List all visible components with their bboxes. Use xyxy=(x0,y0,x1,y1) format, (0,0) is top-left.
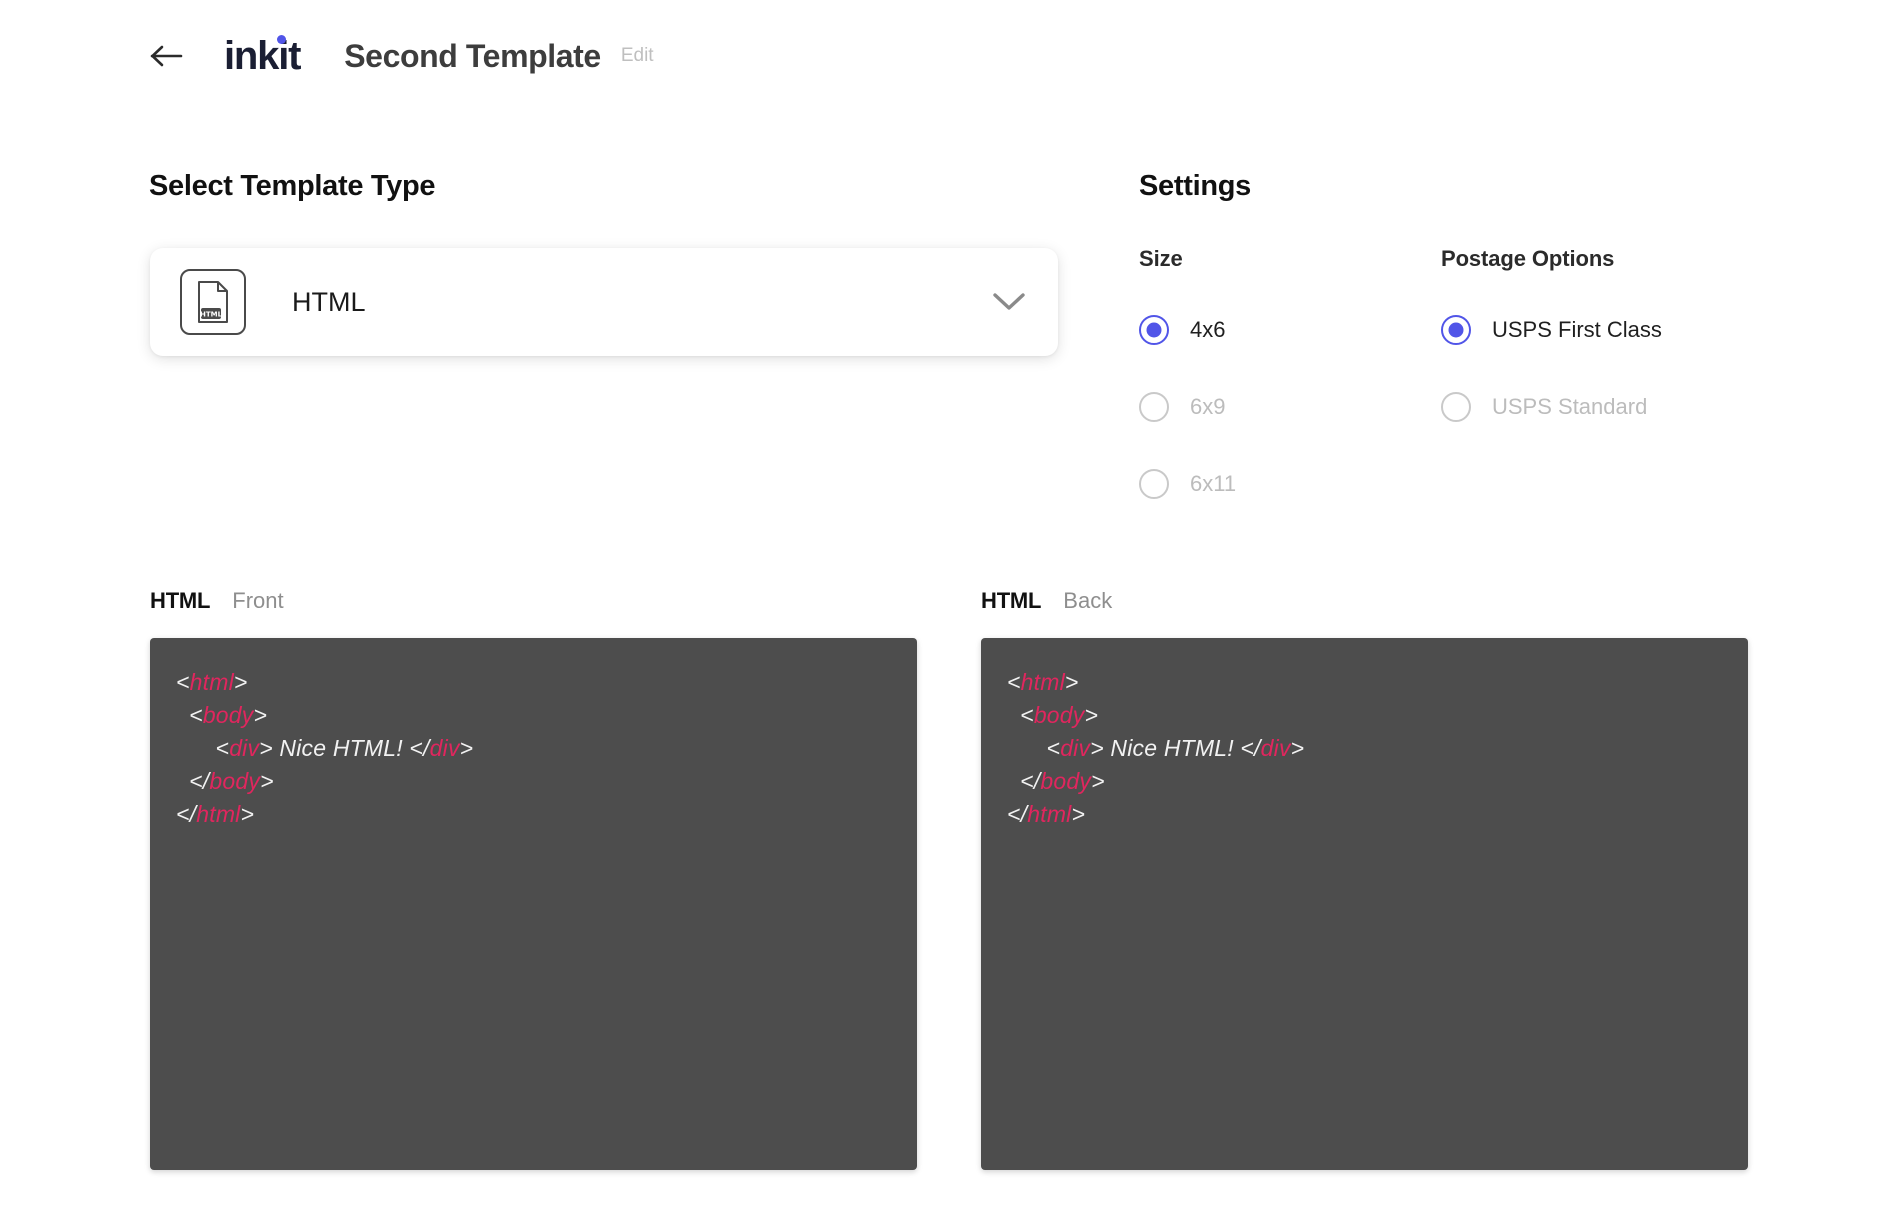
svg-text:HTML: HTML xyxy=(200,310,223,318)
html-file-icon: HTML xyxy=(180,269,246,335)
radio-label: USPS First Class xyxy=(1492,317,1662,342)
code-line: </body> xyxy=(1007,765,1722,798)
code-tag-name: div xyxy=(429,735,460,761)
code-punctuation: > xyxy=(1290,735,1305,761)
code-tag-name: body xyxy=(209,768,261,794)
code-punctuation: < xyxy=(1007,702,1034,728)
code-punctuation: > xyxy=(1071,801,1086,827)
editor-language-label: HTML xyxy=(150,588,211,613)
code-line: <html> xyxy=(1007,666,1722,699)
code-line: <div> Nice HTML! </div> xyxy=(1007,732,1722,765)
postage-options-group: Postage Options USPS First Class USPS St… xyxy=(1441,246,1743,546)
code-punctuation: </ xyxy=(1007,768,1041,794)
code-line: <html> xyxy=(176,666,891,699)
html-front-code-editor[interactable]: <html> <body> <div> Nice HTML! </div> </… xyxy=(150,638,917,1170)
code-punctuation: < xyxy=(176,669,190,695)
app-header: inkit Second Template Edit xyxy=(0,0,1882,112)
size-options-group: Size 4x6 6x9 6x11 xyxy=(1139,246,1441,546)
code-punctuation: > xyxy=(253,702,268,728)
radio-indicator[interactable] xyxy=(1441,315,1471,345)
editor-caption: HTML Front xyxy=(150,588,917,614)
code-line: <body> xyxy=(176,699,891,732)
back-button[interactable] xyxy=(148,37,186,75)
html-back-code-editor[interactable]: <html> <body> <div> Nice HTML! </div> </… xyxy=(981,638,1748,1170)
size-radio-4x6[interactable]: 4x6 xyxy=(1139,315,1441,345)
code-punctuation: > xyxy=(240,801,255,827)
code-punctuation: < xyxy=(1007,735,1061,761)
editor-caption: HTML Back xyxy=(981,588,1748,614)
code-punctuation: > xyxy=(260,768,274,794)
code-punctuation: > xyxy=(233,669,248,695)
size-group-label: Size xyxy=(1139,246,1183,271)
code-tag-name: div xyxy=(1060,735,1091,761)
code-line: </html> xyxy=(176,798,891,831)
radio-label: 6x9 xyxy=(1190,394,1226,419)
radio-label: 4x6 xyxy=(1190,317,1226,342)
code-tag-name: body xyxy=(1033,702,1085,728)
code-line: </body> xyxy=(176,765,891,798)
code-punctuation: > xyxy=(1091,768,1105,794)
radio-indicator xyxy=(1139,392,1169,422)
logo-accent-dot-icon xyxy=(277,35,286,44)
radio-indicator xyxy=(1139,469,1169,499)
postage-group-label: Postage Options xyxy=(1441,246,1615,271)
radio-indicator[interactable] xyxy=(1139,315,1169,345)
code-tag-name: div xyxy=(1260,735,1291,761)
html-back-editor-block: HTML Back <html> <body> <div> Nice HTML!… xyxy=(981,588,1748,1170)
code-tag-name: html xyxy=(196,801,241,827)
radio-label: USPS Standard xyxy=(1492,394,1648,419)
code-punctuation: < xyxy=(176,735,230,761)
code-punctuation: > xyxy=(1084,702,1099,728)
code-punctuation: </ xyxy=(176,768,210,794)
code-punctuation: </ xyxy=(176,801,197,827)
settings-heading: Settings xyxy=(1139,170,1251,202)
code-punctuation: > xyxy=(459,735,474,761)
code-line: <body> xyxy=(1007,699,1722,732)
page-title: Second Template xyxy=(344,37,601,74)
code-tag-name: html xyxy=(1020,669,1065,695)
chevron-down-icon[interactable] xyxy=(992,292,1026,312)
code-tag-name: body xyxy=(202,702,254,728)
code-punctuation: > xyxy=(1064,669,1079,695)
html-front-editor-block: HTML Front <html> <body> <div> Nice HTML… xyxy=(150,588,917,1170)
code-punctuation: < xyxy=(1007,669,1021,695)
editor-side-label: Front xyxy=(232,588,284,613)
code-punctuation: </ xyxy=(1007,801,1028,827)
size-radio-6x11: 6x11 xyxy=(1139,469,1441,499)
radio-indicator xyxy=(1441,392,1471,422)
code-tag-name: div xyxy=(229,735,260,761)
radio-label: 6x11 xyxy=(1190,471,1237,496)
logo-wordmark: inkit xyxy=(224,34,301,78)
code-tag-name: body xyxy=(1040,768,1092,794)
code-punctuation: < xyxy=(176,702,203,728)
postage-radio-usps-standard: USPS Standard xyxy=(1441,392,1743,422)
postage-radio-usps-first-class[interactable]: USPS First Class xyxy=(1441,315,1743,345)
code-line: </html> xyxy=(1007,798,1722,831)
settings-panel: Size 4x6 6x9 6x11 Postage Options USPS F… xyxy=(1139,246,1743,546)
size-radio-6x9: 6x9 xyxy=(1139,392,1441,422)
code-punctuation: > Nice HTML! </ xyxy=(259,735,430,761)
code-punctuation: > Nice HTML! </ xyxy=(1090,735,1261,761)
template-type-selected-value: HTML xyxy=(292,286,366,317)
code-tag-name: html xyxy=(189,669,234,695)
code-line: <div> Nice HTML! </div> xyxy=(176,732,891,765)
edit-title-button[interactable]: Edit xyxy=(621,45,654,67)
inkit-logo[interactable]: inkit xyxy=(224,34,301,78)
select-template-type-heading: Select Template Type xyxy=(149,170,436,202)
template-type-dropdown[interactable]: HTML HTML xyxy=(150,248,1058,356)
editor-language-label: HTML xyxy=(981,588,1042,613)
code-tag-name: html xyxy=(1027,801,1072,827)
arrow-left-icon xyxy=(150,45,183,67)
editor-side-label: Back xyxy=(1063,588,1113,613)
